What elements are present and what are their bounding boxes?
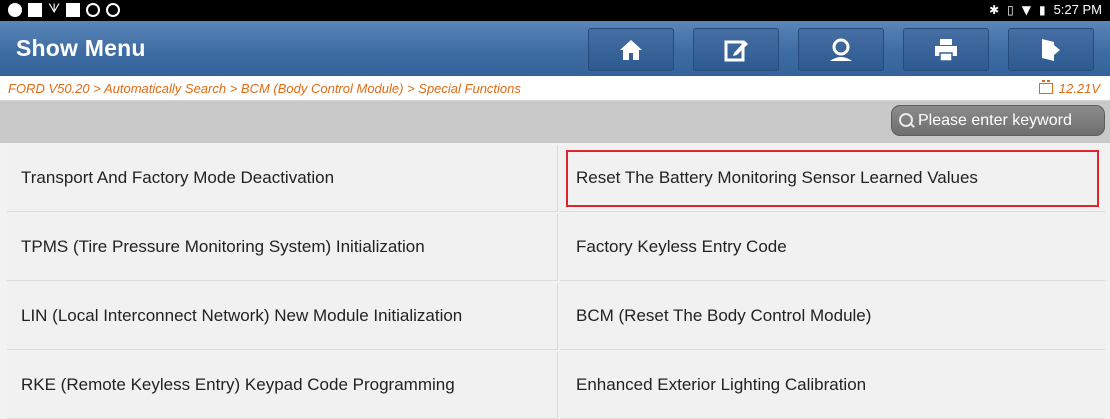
menu-item-reset-battery-sensor[interactable]: Reset The Battery Monitoring Sensor Lear… [560, 145, 1105, 212]
breadcrumb: FORD V50.20 > Automatically Search > BCM… [8, 81, 521, 96]
breadcrumb-bar: FORD V50.20 > Automatically Search > BCM… [0, 76, 1110, 101]
page-title: Show Menu [16, 35, 146, 61]
menu-item-transport-factory-mode[interactable]: Transport And Factory Mode Deactivation [7, 145, 558, 212]
square-icon [66, 3, 81, 17]
menu-item-tpms-initialization[interactable]: TPMS (Tire Pressure Monitoring System) I… [7, 214, 558, 281]
record-icon [86, 3, 101, 17]
user-icon [830, 38, 852, 61]
wifi-icon: ▼ [1021, 2, 1031, 17]
battery-icon: ▮ [1038, 2, 1046, 17]
print-icon [935, 38, 957, 62]
title-bar: Show Menu [0, 21, 1110, 76]
camera-icon [106, 3, 121, 17]
status-time: 5:27 PM [1053, 2, 1102, 17]
home-icon [620, 39, 642, 60]
home-button[interactable] [588, 28, 674, 71]
status-bar: ᗐ ✱ ▯ ▼ ▮ 5:27 PM [0, 0, 1110, 21]
voltage-indicator: 12.21V [1038, 80, 1100, 96]
status-right: ✱ ▯ ▼ ▮ 5:27 PM [989, 2, 1102, 17]
usb-icon: ᗐ [48, 2, 61, 17]
search-bar: Please enter keyword [0, 101, 1110, 143]
battery-voltage-icon [1038, 80, 1053, 94]
image-icon [28, 3, 42, 17]
feedback-button[interactable] [798, 28, 884, 71]
menu-item-lin-module-initialization[interactable]: LIN (Local Interconnect Network) New Mod… [7, 283, 558, 350]
print-button[interactable] [903, 28, 989, 71]
search-icon [898, 112, 916, 130]
exit-icon [1042, 38, 1060, 61]
menu-item-exterior-lighting-calibration[interactable]: Enhanced Exterior Lighting Calibration [560, 352, 1105, 419]
exit-button[interactable] [1008, 28, 1094, 71]
function-menu: Transport And Factory Mode Deactivation … [7, 145, 1105, 419]
status-left-icons: ᗐ [8, 2, 121, 17]
edit-icon [724, 40, 748, 61]
search-placeholder: Please enter keyword [918, 111, 1072, 129]
voltage-value: 12.21V [1058, 81, 1100, 96]
search-input[interactable]: Please enter keyword [891, 105, 1105, 136]
app-icon [8, 3, 22, 17]
menu-item-bcm-reset[interactable]: BCM (Reset The Body Control Module) [560, 283, 1105, 350]
report-button[interactable] [693, 28, 779, 71]
menu-item-rke-keypad-programming[interactable]: RKE (Remote Keyless Entry) Keypad Code P… [7, 352, 558, 419]
bluetooth-icon: ✱ [989, 2, 1000, 17]
menu-item-factory-keyless-entry-code[interactable]: Factory Keyless Entry Code [560, 214, 1105, 281]
vibrate-icon: ▯ [1007, 2, 1014, 17]
